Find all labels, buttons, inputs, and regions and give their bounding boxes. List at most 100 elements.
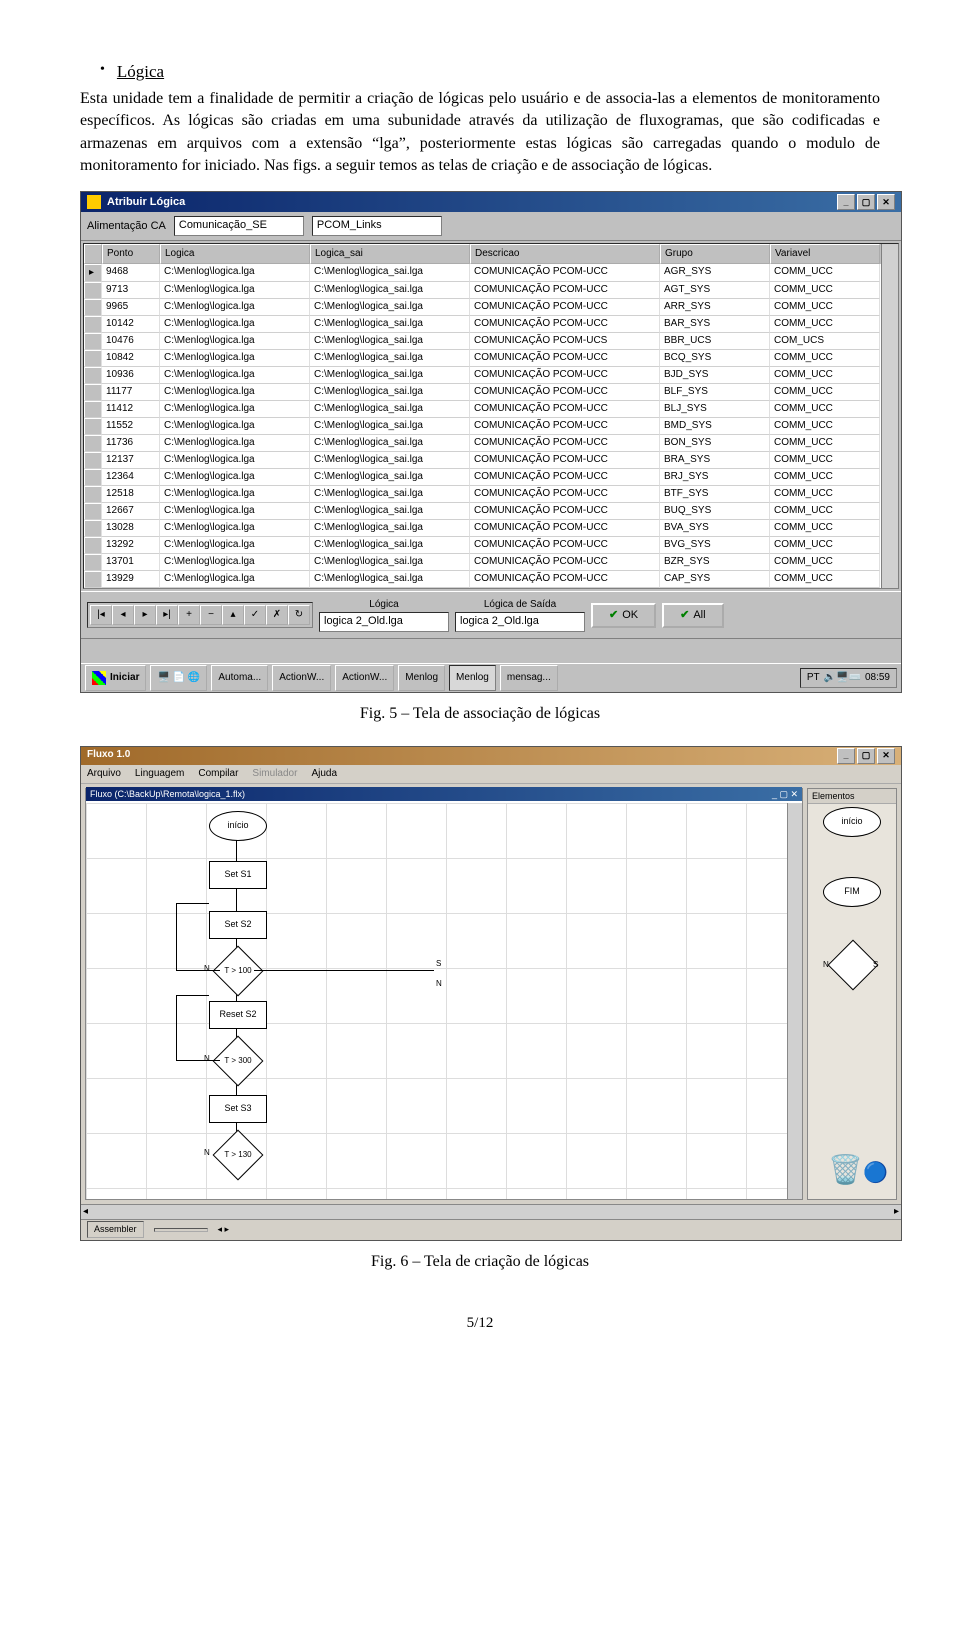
- cell-descricao[interactable]: COMUNICAÇÃO PCOM-UCC: [470, 435, 660, 452]
- cell-descricao[interactable]: COMUNICAÇÃO PCOM-UCC: [470, 452, 660, 469]
- row-handle[interactable]: [84, 384, 102, 401]
- cell-variavel[interactable]: COMM_UCC: [770, 469, 880, 486]
- taskbar-item[interactable]: Automa...: [211, 665, 268, 691]
- cell-variavel[interactable]: COMM_UCC: [770, 316, 880, 333]
- cell-ponto[interactable]: 13929: [102, 571, 160, 588]
- cell-grupo[interactable]: BZR_SYS: [660, 554, 770, 571]
- table-row[interactable]: 9713C:\Menlog\logica.lgaC:\Menlog\logica…: [84, 282, 881, 299]
- cell-grupo[interactable]: BAR_SYS: [660, 316, 770, 333]
- cell-logica_sai[interactable]: C:\Menlog\logica_sai.lga: [310, 469, 470, 486]
- cell-grupo[interactable]: BLF_SYS: [660, 384, 770, 401]
- cell-variavel[interactable]: COMM_UCC: [770, 571, 880, 588]
- cell-logica[interactable]: C:\Menlog\logica.lga: [160, 367, 310, 384]
- row-handle[interactable]: [84, 418, 102, 435]
- cell-logica[interactable]: C:\Menlog\logica.lga: [160, 282, 310, 299]
- col-descricao[interactable]: Descricao: [470, 244, 660, 264]
- cell-logica_sai[interactable]: C:\Menlog\logica_sai.lga: [310, 333, 470, 350]
- cell-logica_sai[interactable]: C:\Menlog\logica_sai.lga: [310, 316, 470, 333]
- cell-logica[interactable]: C:\Menlog\logica.lga: [160, 333, 310, 350]
- close-button[interactable]: ✕: [877, 194, 895, 210]
- cell-logica_sai[interactable]: C:\Menlog\logica_sai.lga: [310, 384, 470, 401]
- table-row[interactable]: 12137C:\Menlog\logica.lgaC:\Menlog\logic…: [84, 452, 881, 469]
- nav-button[interactable]: ↻: [288, 605, 310, 625]
- menu-ajuda[interactable]: Ajuda: [311, 767, 337, 781]
- cell-logica[interactable]: C:\Menlog\logica.lga: [160, 537, 310, 554]
- cell-variavel[interactable]: COMM_UCC: [770, 503, 880, 520]
- table-row[interactable]: 10936C:\Menlog\logica.lgaC:\Menlog\logic…: [84, 367, 881, 384]
- cell-logica[interactable]: C:\Menlog\logica.lga: [160, 316, 310, 333]
- nav-button[interactable]: ✗: [266, 605, 288, 625]
- palette-fim[interactable]: FIM: [823, 877, 881, 907]
- menu-compilar[interactable]: Compilar: [198, 767, 238, 781]
- table-row[interactable]: 9965C:\Menlog\logica.lgaC:\Menlog\logica…: [84, 299, 881, 316]
- cell-grupo[interactable]: AGT_SYS: [660, 282, 770, 299]
- row-handle[interactable]: [84, 316, 102, 333]
- row-handle[interactable]: [84, 435, 102, 452]
- cell-grupo[interactable]: BUQ_SYS: [660, 503, 770, 520]
- node-decision-t300[interactable]: T > 300: [213, 1035, 264, 1086]
- row-handle[interactable]: [84, 299, 102, 316]
- cell-descricao[interactable]: COMUNICAÇÃO PCOM-UCC: [470, 469, 660, 486]
- cell-descricao[interactable]: COMUNICAÇÃO PCOM-UCC: [470, 367, 660, 384]
- cell-logica_sai[interactable]: C:\Menlog\logica_sai.lga: [310, 486, 470, 503]
- row-handle[interactable]: [84, 401, 102, 418]
- row-handle[interactable]: [84, 554, 102, 571]
- cell-ponto[interactable]: 12518: [102, 486, 160, 503]
- cell-logica_sai[interactable]: C:\Menlog\logica_sai.lga: [310, 571, 470, 588]
- table-row[interactable]: 11552C:\Menlog\logica.lgaC:\Menlog\logic…: [84, 418, 881, 435]
- cell-logica_sai[interactable]: C:\Menlog\logica_sai.lga: [310, 282, 470, 299]
- cell-descricao[interactable]: COMUNICAÇÃO PCOM-UCS: [470, 333, 660, 350]
- row-handle[interactable]: [84, 282, 102, 299]
- table-row[interactable]: 10476C:\Menlog\logica.lgaC:\Menlog\logic…: [84, 333, 881, 350]
- logica-saida-input[interactable]: logica 2_Old.lga: [455, 612, 585, 632]
- nav-button[interactable]: ◂: [112, 605, 134, 625]
- minimize-button[interactable]: _: [837, 194, 855, 210]
- cell-ponto[interactable]: 9468: [102, 264, 160, 282]
- flow-vertical-scrollbar[interactable]: [787, 803, 802, 1199]
- system-tray[interactable]: PT 🔊🖥️⌨️ 08:59: [800, 668, 897, 688]
- menu-arquivo[interactable]: Arquivo: [87, 767, 121, 781]
- nav-button[interactable]: |◂: [90, 605, 112, 625]
- cell-variavel[interactable]: COMM_UCC: [770, 401, 880, 418]
- cell-logica[interactable]: C:\Menlog\logica.lga: [160, 264, 310, 282]
- cell-logica[interactable]: C:\Menlog\logica.lga: [160, 384, 310, 401]
- cell-ponto[interactable]: 12667: [102, 503, 160, 520]
- cell-logica_sai[interactable]: C:\Menlog\logica_sai.lga: [310, 264, 470, 282]
- table-row[interactable]: 12364C:\Menlog\logica.lgaC:\Menlog\logic…: [84, 469, 881, 486]
- cell-descricao[interactable]: COMUNICAÇÃO PCOM-UCC: [470, 554, 660, 571]
- nav-button[interactable]: −: [200, 605, 222, 625]
- cell-descricao[interactable]: COMUNICAÇÃO PCOM-UCC: [470, 503, 660, 520]
- cell-variavel[interactable]: COMM_UCC: [770, 452, 880, 469]
- cell-descricao[interactable]: COMUNICAÇÃO PCOM-UCC: [470, 571, 660, 588]
- titlebar[interactable]: Fluxo 1.0 _ ▢ ✕: [81, 747, 901, 765]
- taskbar-item[interactable]: ActionW...: [335, 665, 394, 691]
- cell-variavel[interactable]: COMM_UCC: [770, 367, 880, 384]
- ok-button[interactable]: ✔ OK: [591, 603, 656, 628]
- cell-ponto[interactable]: 13292: [102, 537, 160, 554]
- col-grupo[interactable]: Grupo: [660, 244, 770, 264]
- cell-logica[interactable]: C:\Menlog\logica.lga: [160, 435, 310, 452]
- col-logica[interactable]: Logica: [160, 244, 310, 264]
- cell-descricao[interactable]: COMUNICAÇÃO PCOM-UCC: [470, 486, 660, 503]
- cell-grupo[interactable]: CAP_SYS: [660, 571, 770, 588]
- row-handle[interactable]: [84, 537, 102, 554]
- node-decision-t100[interactable]: T > 100: [213, 945, 264, 996]
- flow-horizontal-scrollbar[interactable]: ◂▸: [81, 1204, 901, 1219]
- cell-descricao[interactable]: COMUNICAÇÃO PCOM-UCC: [470, 520, 660, 537]
- row-handle[interactable]: [84, 486, 102, 503]
- cell-logica[interactable]: C:\Menlog\logica.lga: [160, 452, 310, 469]
- table-row[interactable]: 13929C:\Menlog\logica.lgaC:\Menlog\logic…: [84, 571, 881, 588]
- cell-logica[interactable]: C:\Menlog\logica.lga: [160, 571, 310, 588]
- cell-ponto[interactable]: 10842: [102, 350, 160, 367]
- table-row[interactable]: 12518C:\Menlog\logica.lgaC:\Menlog\logic…: [84, 486, 881, 503]
- cell-grupo[interactable]: BON_SYS: [660, 435, 770, 452]
- node-set-s3[interactable]: Set S3: [209, 1095, 267, 1123]
- cell-grupo[interactable]: BTF_SYS: [660, 486, 770, 503]
- cell-variavel[interactable]: COMM_UCC: [770, 486, 880, 503]
- cell-variavel[interactable]: COMM_UCC: [770, 520, 880, 537]
- cell-variavel[interactable]: COMM_UCC: [770, 418, 880, 435]
- cell-descricao[interactable]: COMUNICAÇÃO PCOM-UCC: [470, 264, 660, 282]
- table-row[interactable]: 13701C:\Menlog\logica.lgaC:\Menlog\logic…: [84, 554, 881, 571]
- cell-grupo[interactable]: AGR_SYS: [660, 264, 770, 282]
- row-handle[interactable]: [84, 367, 102, 384]
